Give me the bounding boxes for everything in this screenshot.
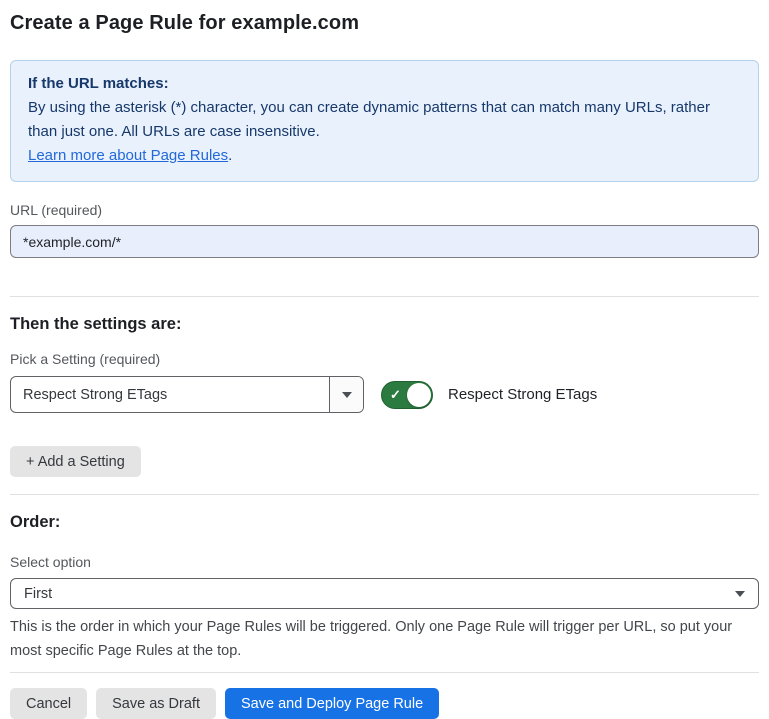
order-select-value: First — [24, 586, 52, 602]
chevron-down-icon — [342, 392, 352, 398]
setting-select-value: Respect Strong ETags — [11, 377, 329, 412]
footer-actions: Cancel Save as Draft Save and Deploy Pag… — [10, 688, 759, 719]
order-section-heading: Order: — [10, 512, 759, 532]
url-input[interactable] — [10, 225, 759, 258]
section-divider — [10, 494, 759, 495]
url-field-label: URL (required) — [10, 202, 759, 219]
chevron-down-icon — [735, 591, 745, 597]
create-page-rule-panel: Create a Page Rule for example.com If th… — [0, 0, 769, 719]
cancel-button[interactable]: Cancel — [10, 688, 87, 719]
info-box-heading: If the URL matches: — [28, 72, 741, 96]
settings-section-heading: Then the settings are: — [10, 314, 759, 334]
page-title: Create a Page Rule for example.com — [10, 0, 759, 35]
order-select-label: Select option — [10, 554, 759, 571]
toggle-label: Respect Strong ETags — [448, 386, 597, 403]
toggle-knob — [407, 383, 431, 407]
section-divider — [10, 296, 759, 297]
save-draft-button[interactable]: Save as Draft — [96, 688, 216, 719]
setting-picker-label: Pick a Setting (required) — [10, 351, 759, 368]
info-box-link-line: Learn more about Page Rules. — [28, 144, 741, 168]
respect-strong-etags-toggle[interactable]: ✓ — [381, 381, 433, 409]
learn-more-link[interactable]: Learn more about Page Rules — [28, 147, 228, 164]
link-suffix: . — [228, 147, 232, 164]
setting-select[interactable]: Respect Strong ETags — [10, 376, 364, 413]
save-deploy-button[interactable]: Save and Deploy Page Rule — [225, 688, 439, 719]
setting-select-arrow-button[interactable] — [329, 377, 363, 412]
footer-divider — [10, 672, 759, 673]
setting-row: Respect Strong ETags ✓ Respect Strong ET… — [10, 376, 759, 413]
url-match-info-box: If the URL matches: By using the asteris… — [10, 60, 759, 182]
check-icon: ✓ — [390, 388, 401, 401]
order-help-text: This is the order in which your Page Rul… — [10, 615, 759, 663]
order-select[interactable]: First — [10, 578, 759, 609]
add-setting-button[interactable]: + Add a Setting — [10, 446, 141, 477]
info-box-body: By using the asterisk (*) character, you… — [28, 96, 734, 144]
